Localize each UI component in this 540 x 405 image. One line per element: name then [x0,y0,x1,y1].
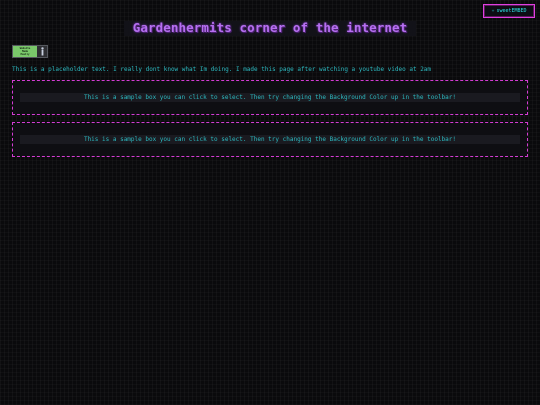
sample-box-text: This is a sample box you can click to se… [83,94,457,101]
sample-box-inner: This is a sample box you can click to se… [20,93,520,102]
sample-box-text: This is a sample box you can click to se… [83,136,457,143]
sample-box-inner: This is a sample box you can click to se… [20,135,520,144]
button88-line-3: Easily [20,53,30,56]
button88-text-block: Website Made Easily [13,46,37,57]
figure-icon [37,46,47,57]
page-title: Gardenhermits corner of the internet [132,20,408,35]
badge-label: sweetEMBED [496,8,527,14]
intro-text: This is a placeholder text. I really don… [12,66,432,73]
sample-box[interactable]: This is a sample box you can click to se… [12,122,528,157]
sample-box[interactable]: This is a sample box you can click to se… [12,80,528,115]
sweetembed-badge[interactable]: ✧ sweetEMBED [483,4,535,18]
website-button-88x31[interactable]: Website Made Easily [12,45,48,58]
sparkle-icon: ✧ [491,8,495,14]
